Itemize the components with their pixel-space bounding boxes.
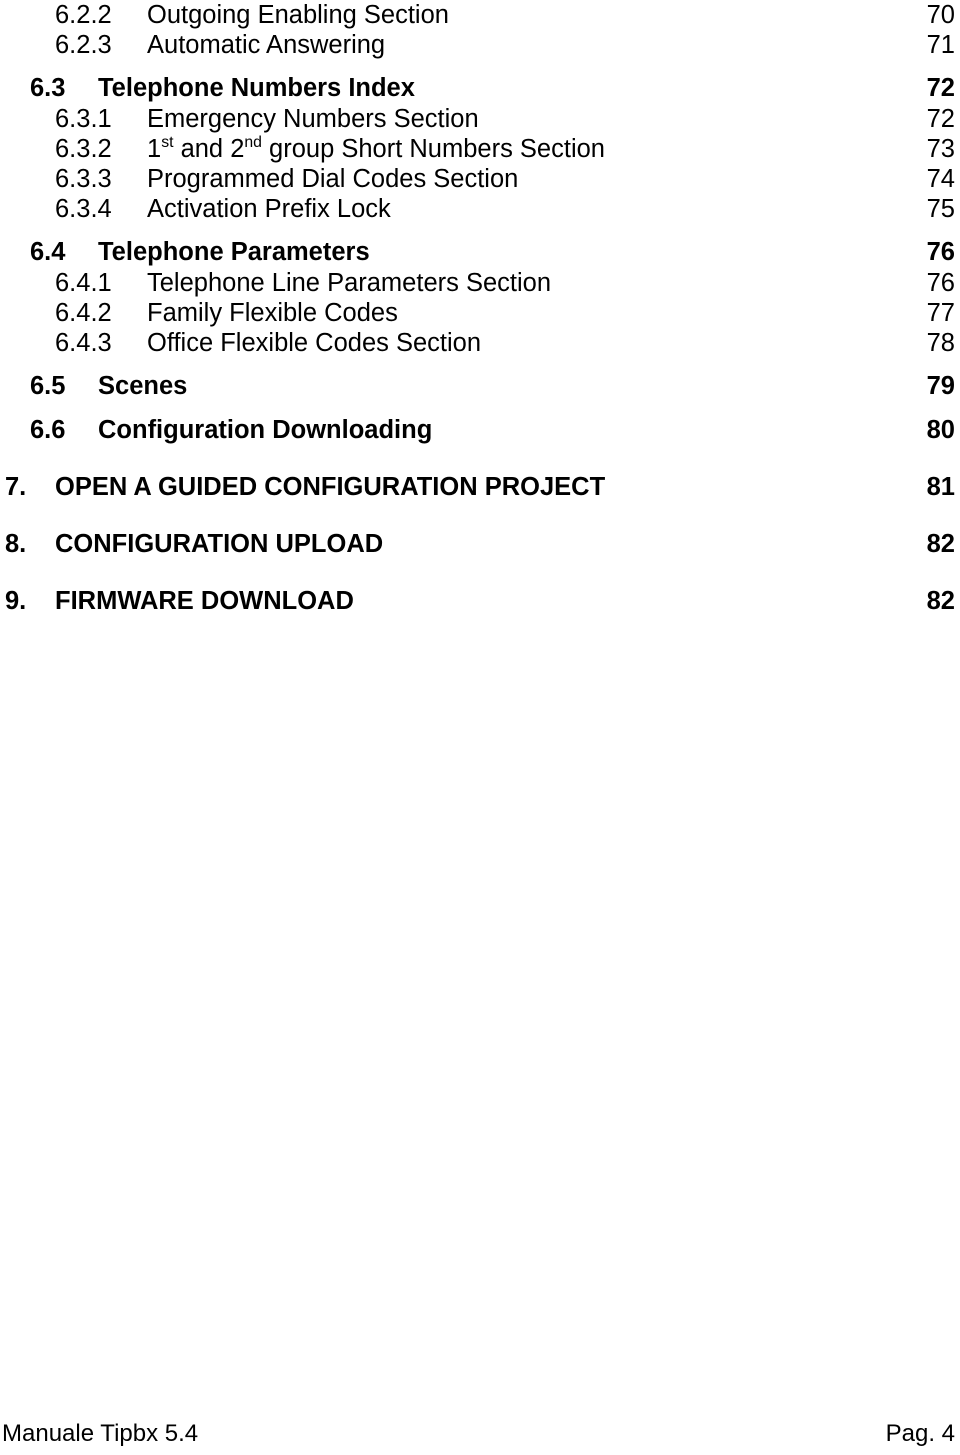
- toc-entry[interactable]: 6.3.2 1st and 2nd group Short Numbers Sec…: [0, 134, 960, 164]
- toc-entry-page-number: 71: [926, 31, 955, 59]
- toc-entry-title: Telephone Numbers Index: [98, 74, 415, 102]
- toc-entry-page-number: 77: [926, 299, 955, 327]
- toc-entry-page-number: 82: [926, 530, 955, 558]
- toc-entry-title: Emergency Numbers Section: [147, 105, 479, 133]
- toc-entry-title: 1st and 2nd group Short Numbers Section: [147, 134, 605, 163]
- toc-entry-page-number: 73: [926, 135, 955, 163]
- toc-entry[interactable]: 6.6 Configuration Downloading 80: [0, 415, 960, 446]
- toc-entry-number: 6.2.2: [55, 1, 112, 29]
- toc-entry-page-number: 72: [926, 74, 955, 102]
- toc-entry-page-number: 76: [926, 238, 955, 266]
- toc-entry-number: 6.4: [30, 238, 66, 266]
- toc-entry-number: 6.3.1: [55, 105, 112, 133]
- toc-entry-page-number: 82: [926, 587, 955, 615]
- toc-entry[interactable]: 6.4 Telephone Parameters 76: [0, 237, 960, 268]
- toc-entry-number: 8.: [5, 530, 27, 558]
- toc-entry-number: 6.3.3: [55, 165, 112, 193]
- toc-entry-title: CONFIGURATION UPLOAD: [55, 530, 384, 558]
- toc-entry-number: 6.3.2: [55, 135, 112, 163]
- toc-entry-number: 6.3: [30, 74, 66, 102]
- toc-entry[interactable]: 6.5 Scenes 79: [0, 371, 960, 402]
- toc-entry-title: Configuration Downloading: [98, 416, 433, 444]
- ordinal-suffix: nd: [244, 134, 262, 152]
- toc-entry-page-number: 81: [926, 473, 955, 501]
- toc-entry[interactable]: 9. FIRMWARE DOWNLOAD 82: [0, 586, 960, 617]
- toc-entry-number: 9.: [5, 587, 27, 615]
- toc-entry-number: 6.3.4: [55, 195, 112, 223]
- toc-entry-number: 6.4.2: [55, 299, 112, 327]
- toc-entry-title: Telephone Parameters: [98, 238, 370, 266]
- toc-entry-number: 6.4.3: [55, 329, 112, 357]
- toc-entry-title: Telephone Line Parameters Section: [147, 269, 552, 297]
- toc-entry-number: 7.: [5, 473, 27, 501]
- toc-entry[interactable]: 6.3 Telephone Numbers Index 72: [0, 73, 960, 104]
- toc-entry[interactable]: 6.3.4 Activation Prefix Lock 75: [0, 194, 960, 224]
- toc-entry-title: Automatic Answering: [147, 31, 386, 59]
- toc-entry-title: Office Flexible Codes Section: [147, 329, 482, 357]
- toc-entry-title: Programmed Dial Codes Section: [147, 165, 519, 193]
- toc-entry[interactable]: 7. OPEN A GUIDED CONFIGURATION PROJECT 81: [0, 472, 960, 503]
- toc-entry-page-number: 79: [926, 372, 955, 400]
- toc-entry[interactable]: 6.2.2 Outgoing Enabling Section 70: [0, 0, 960, 30]
- toc-entry-title: Outgoing Enabling Section: [147, 1, 449, 29]
- toc-entry-number: 6.2.3: [55, 31, 112, 59]
- toc-entry-number: 6.5: [30, 372, 66, 400]
- ordinal-suffix: st: [161, 134, 174, 152]
- toc-entry-title: Family Flexible Codes: [147, 299, 398, 327]
- toc-entry-page-number: 75: [926, 195, 955, 223]
- toc-entry[interactable]: 6.3.1 Emergency Numbers Section 72: [0, 104, 960, 134]
- toc-entry-page-number: 74: [926, 165, 955, 193]
- page-footer: Manuale Tipbx 5.4 Pag. 4: [0, 1409, 960, 1455]
- toc-entry-number: 6.6: [30, 416, 66, 444]
- toc-entry-title: Scenes: [98, 372, 188, 400]
- toc-entry-page-number: 72: [926, 105, 955, 133]
- toc-entry-title: FIRMWARE DOWNLOAD: [55, 587, 354, 615]
- toc-entry-title: Activation Prefix Lock: [147, 195, 391, 223]
- footer-page-label: Pag. 4: [885, 1420, 955, 1447]
- toc-entry-number: 6.4.1: [55, 269, 112, 297]
- toc-entry[interactable]: 6.4.1 Telephone Line Parameters Section 76: [0, 268, 960, 298]
- toc-entry[interactable]: 6.4.2 Family Flexible Codes 77: [0, 298, 960, 328]
- toc-entry[interactable]: 6.4.3 Office Flexible Codes Section 78: [0, 328, 960, 358]
- toc-entry-page-number: 76: [926, 269, 955, 297]
- toc-entry-title: OPEN A GUIDED CONFIGURATION PROJECT: [55, 473, 606, 501]
- table-of-contents: 6.2.2 Outgoing Enabling Section 70 6.2.3 Aut…: [0, 0, 960, 617]
- toc-entry[interactable]: 6.3.3 Programmed Dial Codes Section 74: [0, 164, 960, 194]
- toc-entry-page-number: 70: [926, 1, 955, 29]
- footer-manual-title: Manuale Tipbx 5.4: [2, 1420, 199, 1447]
- toc-entry-page-number: 80: [926, 416, 955, 444]
- toc-entry[interactable]: 6.2.3 Automatic Answering 71: [0, 30, 960, 60]
- toc-entry[interactable]: 8. CONFIGURATION UPLOAD 82: [0, 529, 960, 560]
- toc-entry-page-number: 78: [926, 329, 955, 357]
